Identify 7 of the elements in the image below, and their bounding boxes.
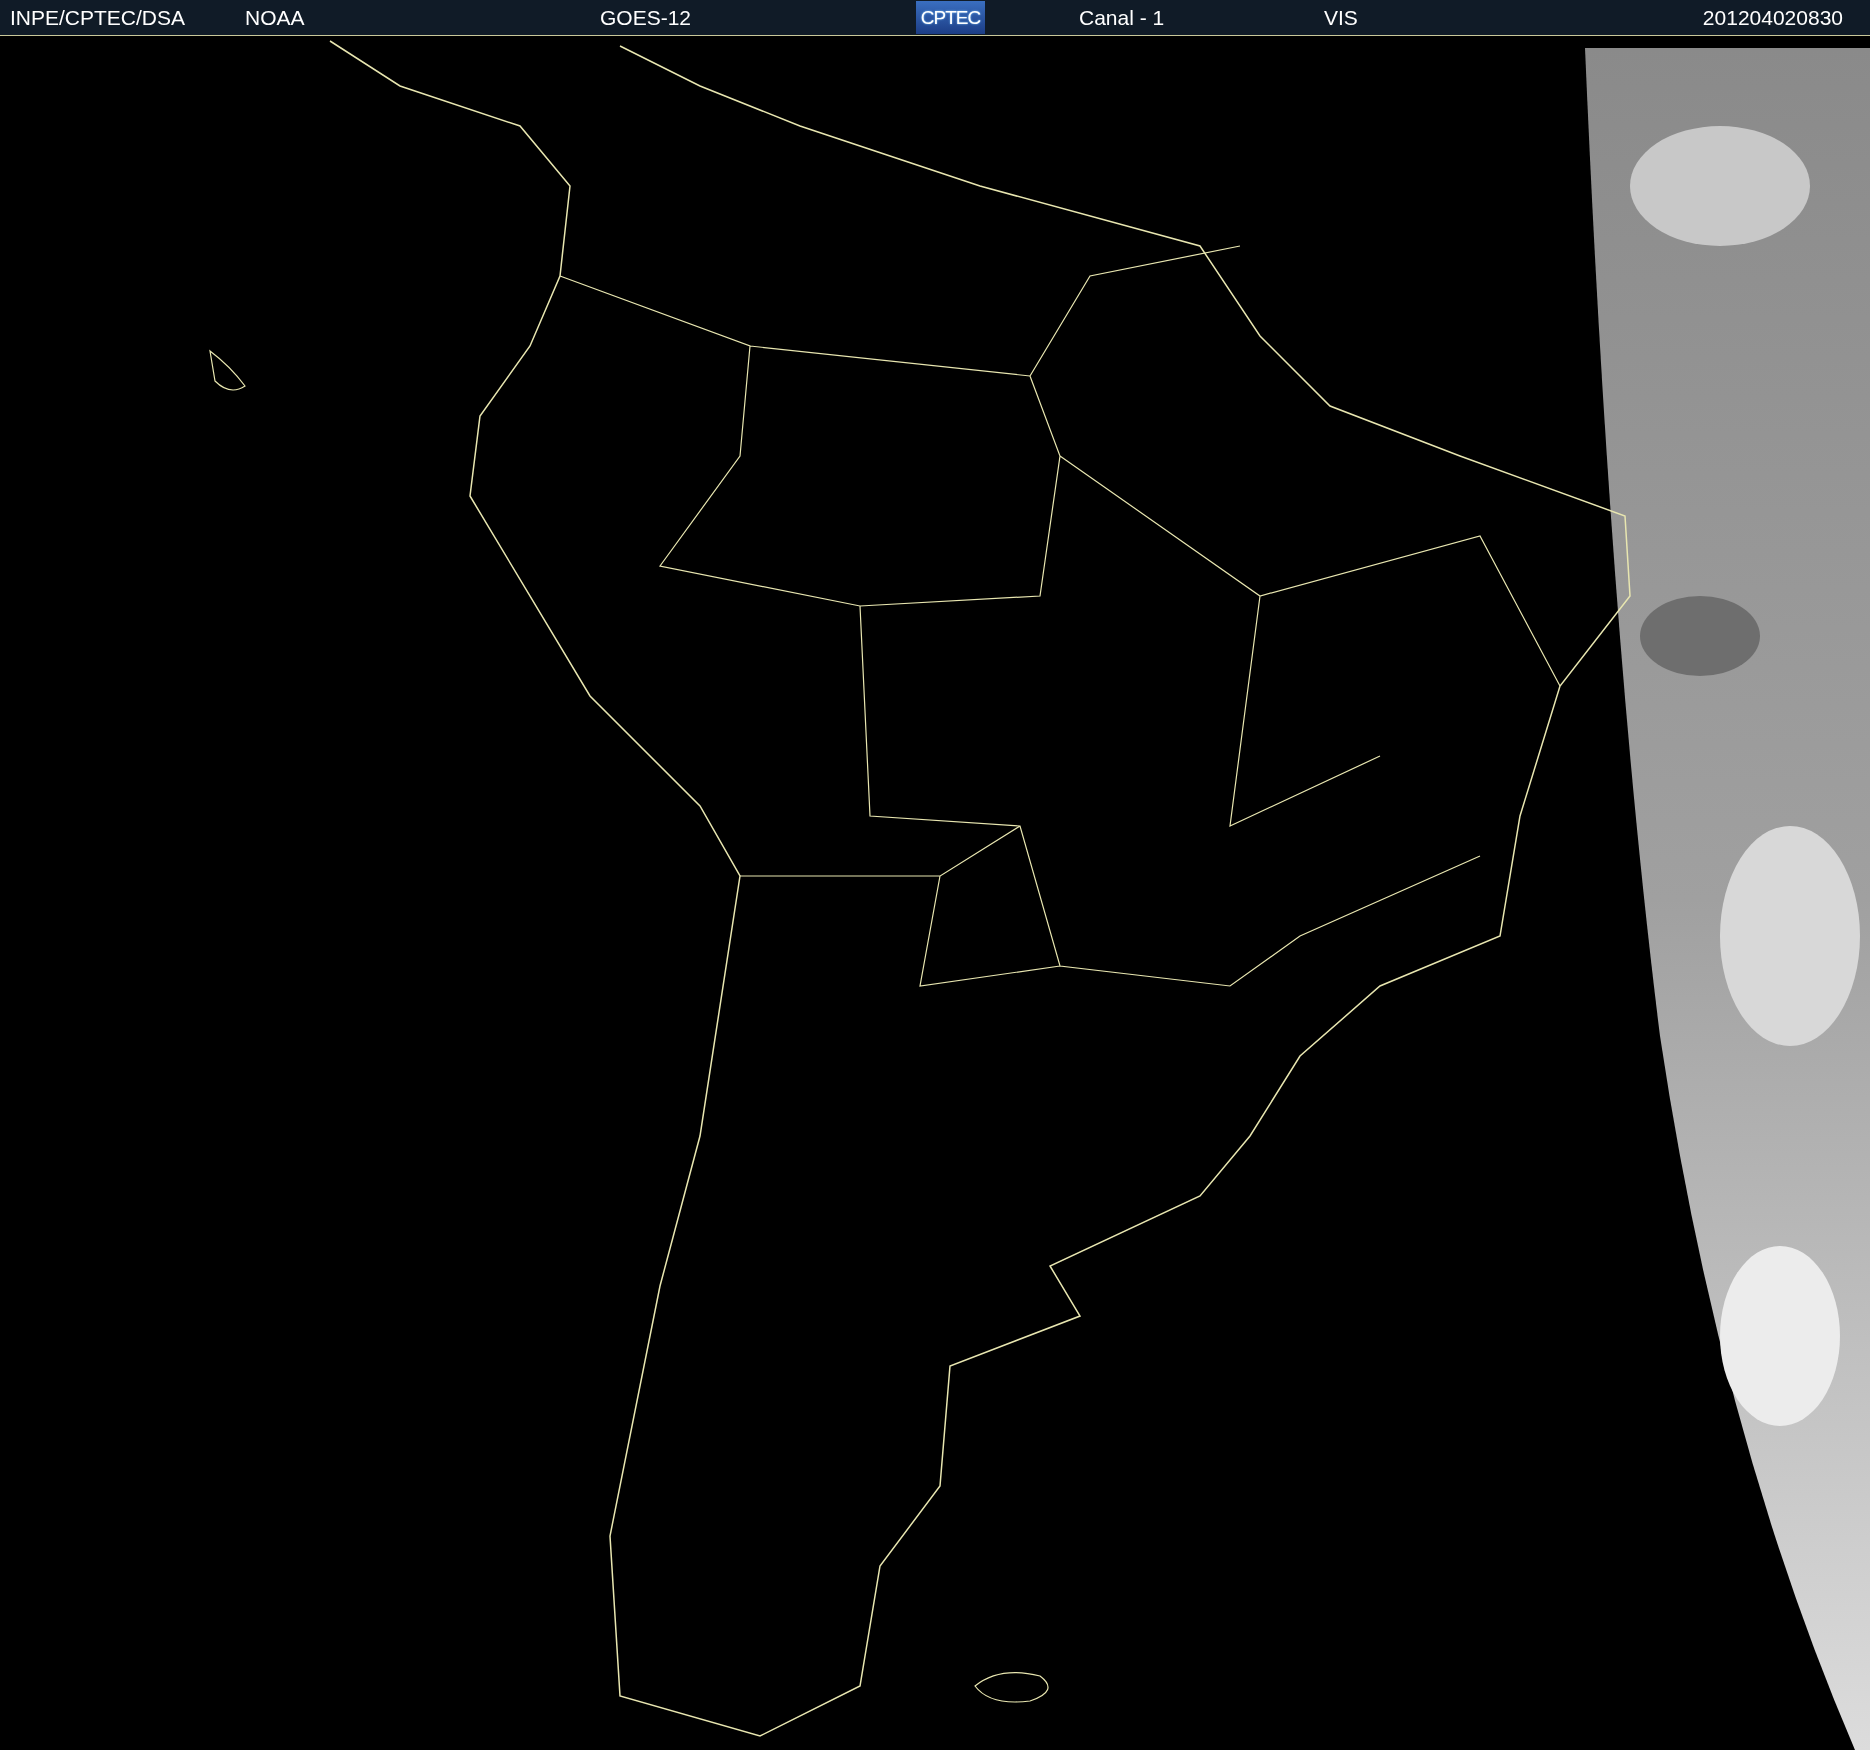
channel-label: Canal - 1 — [1079, 5, 1165, 30]
source-label: NOAA — [245, 5, 305, 30]
agency-label: INPE/CPTEC/DSA — [10, 5, 186, 30]
timestamp-label: 201204020830 — [1702, 5, 1843, 30]
logo: CPTEC — [916, 1, 985, 34]
band-label: VIS — [1324, 5, 1358, 30]
satellite-label: GOES-12 — [600, 5, 692, 30]
